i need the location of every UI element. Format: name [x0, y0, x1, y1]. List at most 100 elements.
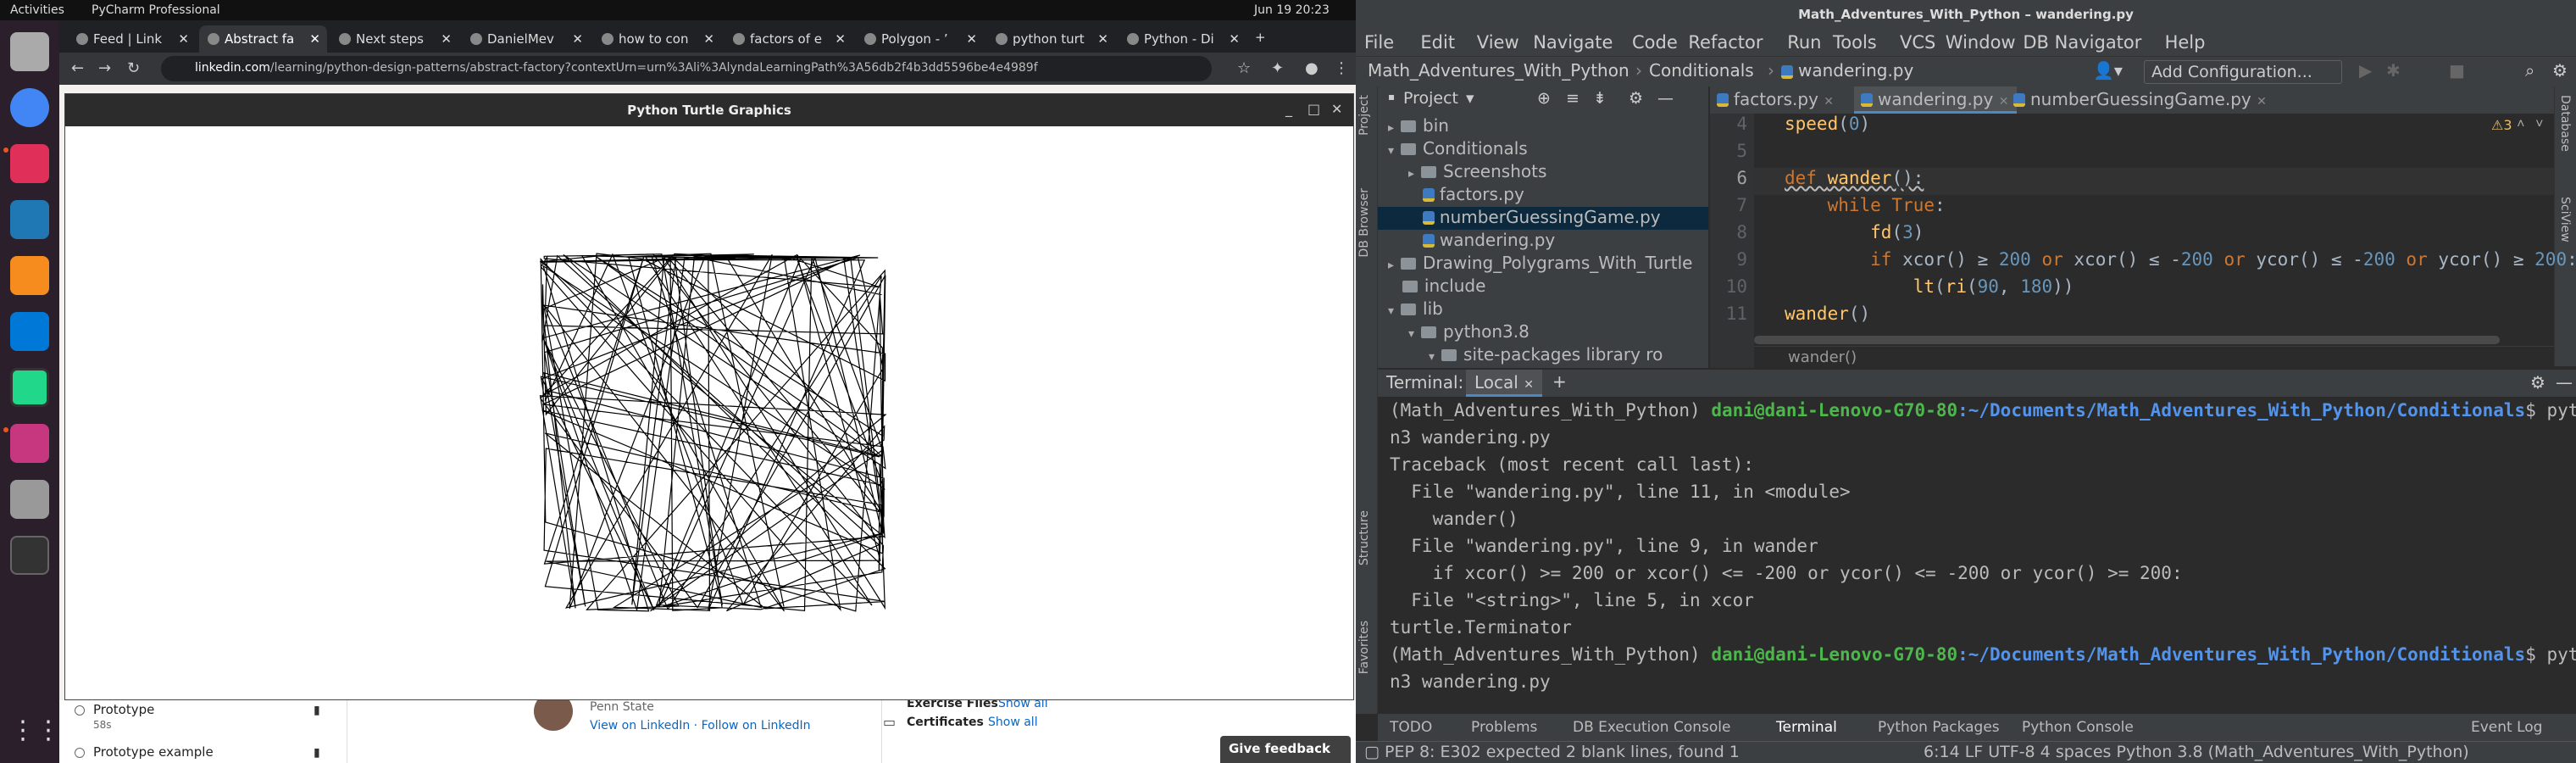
inspection-warning-icon[interactable]: ⚠3 [2491, 117, 2512, 133]
chevron-icon[interactable]: ▾ [1429, 350, 1435, 364]
project-tree-item[interactable]: numberGuessingGame.py [1378, 207, 1708, 230]
tool-tab[interactable]: TODO [1390, 719, 1432, 736]
collapse-all-icon[interactable]: ⇟ [1593, 89, 1607, 108]
gear-icon[interactable]: ⚙ [2530, 372, 2545, 393]
status-icon[interactable]: ▢ [1364, 743, 1380, 761]
tool-window-button[interactable]: SciView [2558, 197, 2572, 242]
bookmark-star-icon[interactable]: ☆ [1237, 59, 1251, 77]
breadcrumb-project[interactable]: Math_Adventures_With_Python [1368, 60, 1629, 81]
profile-avatar[interactable]: ● [1305, 59, 1319, 77]
clock[interactable]: Jun 19 20:23 [1254, 3, 1330, 17]
new-tab-button[interactable]: + [1250, 25, 1275, 53]
tool-tab[interactable]: Terminal [1776, 719, 1837, 736]
new-terminal-icon[interactable]: + [1552, 371, 1567, 392]
tool-tab[interactable]: Problems [1471, 719, 1537, 736]
code-editor[interactable]: 4 5 6 7 8 9 10 11 speed(0) def wander(): while … [1710, 114, 2576, 368]
terminal-output[interactable]: (Math_Adventures_With_Python) dani@dani-… [1378, 397, 2576, 710]
address-bar[interactable]: linkedin.com/learning/python-design-patt… [161, 56, 1212, 81]
maximize-icon[interactable]: □ [1307, 101, 1320, 117]
editor-tab[interactable]: numberGuessingGame.py ✕ [2007, 86, 2275, 114]
chrome-icon[interactable] [10, 88, 49, 127]
project-view-selector[interactable]: Project [1403, 89, 1458, 108]
database-icon[interactable] [10, 480, 49, 519]
close-icon[interactable]: ✕ [1331, 101, 1342, 117]
menu-item[interactable]: Help [2165, 32, 2206, 53]
show-apps-icon[interactable]: ⋮⋮ [10, 716, 61, 755]
chevron-up-icon[interactable]: ˄ [2517, 115, 2525, 132]
menu-item[interactable]: VCS [1900, 32, 1935, 53]
close-icon[interactable]: ✕ [835, 31, 846, 47]
menu-item[interactable]: DB Navigator [2023, 32, 2141, 53]
close-icon[interactable]: ✕ [309, 31, 320, 47]
browser-tab[interactable]: Python - Di ✕ [1119, 25, 1246, 53]
sidebar-item-prototype[interactable]: Prototype [93, 702, 154, 717]
breadcrumb-file[interactable]: wandering.py [1798, 60, 1913, 81]
kde-icon[interactable] [10, 200, 49, 239]
browser-tab[interactable]: Polygon - ’ ✕ [856, 25, 984, 53]
app-menu[interactable]: PyCharm Professional [92, 3, 220, 17]
close-icon[interactable]: ✕ [1229, 31, 1240, 47]
menu-item[interactable]: View [1477, 32, 1519, 53]
search-icon[interactable]: ⌕ [2525, 60, 2534, 81]
gear-icon[interactable]: ⚙ [1629, 89, 1643, 108]
terminal-icon[interactable] [10, 536, 49, 575]
menu-item[interactable]: Navigate [1533, 32, 1613, 53]
menu-item[interactable]: Edit [1420, 32, 1455, 53]
project-tree-item[interactable]: ▾ Conditionals [1378, 138, 1708, 161]
browser-tab[interactable]: Abstract fa ✕ [199, 25, 327, 53]
editor-tab[interactable]: factors.py ✕ [1710, 86, 1842, 114]
project-tree-item[interactable]: ▸ Screenshots [1378, 161, 1708, 184]
close-icon[interactable]: ✕ [2257, 95, 2267, 109]
horizontal-scrollbar[interactable] [1754, 336, 2500, 344]
close-icon[interactable]: ✕ [178, 31, 189, 47]
author-links[interactable]: View on LinkedIn · Follow on LinkedIn [590, 719, 811, 732]
user-icon[interactable]: 👤▾ [2093, 60, 2123, 81]
locate-icon[interactable]: ⊕ [1537, 89, 1551, 108]
editor-breadcrumb[interactable]: wander() [1754, 346, 2554, 368]
browser-tab[interactable]: DanielMev ✕ [462, 25, 590, 53]
tool-window-button[interactable]: Structure [1357, 510, 1371, 565]
project-tree-item[interactable]: ▸ bin [1378, 115, 1708, 138]
project-tree-item[interactable]: ▸ Drawing_Polygrams_With_Turtle [1378, 253, 1708, 276]
run-icon[interactable]: ▶ [2359, 60, 2372, 81]
expand-all-icon[interactable]: ≡ [1566, 89, 1579, 108]
project-tree-item[interactable]: factors.py [1378, 184, 1708, 207]
sidebar-item-prototype-example[interactable]: Prototype example [93, 744, 214, 760]
give-feedback-button[interactable]: Give feedback [1220, 736, 1351, 763]
hide-icon[interactable]: — [2556, 372, 2573, 393]
tool-window-button[interactable]: Project [1357, 95, 1371, 136]
menu-item[interactable]: Run [1787, 32, 1821, 53]
activities-button[interactable]: Activities [10, 3, 64, 17]
certificates-show-all-link[interactable]: Show all [988, 716, 1038, 729]
tool-window-button[interactable]: Favorites [1357, 621, 1371, 674]
bookmark-icon[interactable]: ▮ [314, 704, 320, 717]
reload-icon[interactable]: ↻ [127, 59, 140, 77]
status-right[interactable]: 6:14 LF UTF-8 4 spaces Python 3.8 (Math_… [1924, 743, 2469, 761]
project-tree-item[interactable]: ▾ python3.8 [1378, 321, 1708, 344]
extensions-icon[interactable]: ✦ [1271, 59, 1284, 77]
close-icon[interactable]: ✕ [1824, 95, 1834, 109]
vscode-icon[interactable] [10, 312, 49, 351]
chevron-icon[interactable]: ▾ [1408, 327, 1414, 341]
close-icon[interactable]: ✕ [966, 31, 977, 47]
chevron-icon[interactable]: ▾ [1388, 304, 1394, 318]
forward-icon[interactable]: → [98, 59, 111, 77]
tool-tab[interactable]: DB Execution Console [1573, 719, 1730, 736]
tool-tab[interactable]: Python Packages [1878, 719, 2000, 736]
menu-icon[interactable]: ⋮ [1334, 59, 1349, 77]
stop-icon[interactable]: ■ [2449, 60, 2465, 81]
project-tree-item[interactable]: ▾ site-packages library ro [1378, 344, 1708, 367]
browser-tab[interactable]: factors of e ✕ [724, 25, 852, 53]
add-configuration-button[interactable]: Add Configuration... [2144, 60, 2342, 84]
minimize-icon[interactable]: _ [1285, 101, 1292, 117]
chevron-icon[interactable]: ▸ [1388, 121, 1394, 135]
close-icon[interactable]: ✕ [441, 31, 452, 47]
browser-tab[interactable]: how to con ✕ [593, 25, 721, 53]
chevron-icon[interactable]: ▸ [1388, 259, 1394, 272]
breadcrumb-folder[interactable]: Conditionals [1649, 60, 1754, 81]
chevron-icon[interactable]: ▸ [1408, 167, 1414, 181]
close-icon[interactable]: ✕ [1524, 378, 1534, 392]
debug-icon[interactable]: ✱ [2386, 60, 2401, 81]
pycharm-icon[interactable] [10, 368, 49, 407]
editor-tab[interactable]: wandering.py ✕ [1854, 86, 2018, 114]
